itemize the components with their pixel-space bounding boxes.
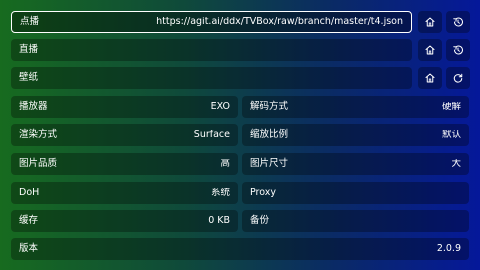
- home-icon: [425, 17, 435, 27]
- image-quality-value: 高: [220, 159, 230, 169]
- image-quality-label: 图片品质: [19, 158, 58, 170]
- version-row[interactable]: 版本 2.0.9: [11, 238, 469, 260]
- decode-setting[interactable]: 解码方式 硬解: [242, 96, 469, 118]
- proxy-label: Proxy: [250, 187, 277, 199]
- home-icon: [425, 45, 435, 55]
- vod-home-button[interactable]: [418, 11, 442, 33]
- refresh-icon: [453, 73, 463, 83]
- vod-source-row[interactable]: 点播 https://agit.ai/ddx/TVBox/raw/branch/…: [11, 11, 412, 33]
- decode-value: 硬解: [441, 102, 461, 112]
- scale-value: 默认: [441, 130, 461, 140]
- cache-value: 0 KB: [208, 216, 230, 226]
- wallpaper-refresh-button[interactable]: [446, 67, 470, 89]
- render-label: 渲染方式: [19, 129, 58, 141]
- version-value: 2.0.9: [436, 244, 461, 254]
- render-setting[interactable]: 渲染方式 Surface: [11, 124, 238, 146]
- home-icon: [425, 73, 435, 83]
- live-label: 直播: [19, 44, 39, 56]
- version-label: 版本: [19, 243, 39, 255]
- render-value: Surface: [193, 130, 230, 140]
- decode-label: 解码方式: [250, 101, 289, 113]
- cache-setting[interactable]: 缓存 0 KB: [11, 210, 238, 232]
- live-history-button[interactable]: [446, 39, 470, 61]
- settings-screen: 点播 https://agit.ai/ddx/TVBox/raw/branch/…: [0, 0, 480, 270]
- live-source-row[interactable]: 直播: [11, 39, 412, 61]
- history-icon: [453, 45, 463, 55]
- scale-setting[interactable]: 缩放比例 默认: [242, 124, 469, 146]
- wallpaper-row[interactable]: 壁纸: [11, 67, 412, 89]
- doh-value: 系统: [210, 188, 230, 198]
- image-size-label: 图片尺寸: [250, 158, 289, 170]
- image-size-setting[interactable]: 图片尺寸 大: [242, 153, 469, 175]
- vod-label: 点播: [20, 16, 40, 28]
- wallpaper-label: 壁纸: [19, 72, 39, 84]
- history-icon: [453, 17, 463, 27]
- doh-setting[interactable]: DoH 系统: [11, 182, 238, 204]
- cache-label: 缓存: [19, 215, 39, 227]
- backup-setting[interactable]: 备份: [242, 210, 469, 232]
- scale-label: 缩放比例: [250, 129, 289, 141]
- player-setting[interactable]: 播放器 EXO: [11, 96, 238, 118]
- player-value: EXO: [210, 102, 230, 112]
- backup-label: 备份: [250, 215, 270, 227]
- vod-history-button[interactable]: [446, 11, 470, 33]
- image-quality-setting[interactable]: 图片品质 高: [11, 153, 238, 175]
- wallpaper-home-button[interactable]: [418, 67, 442, 89]
- doh-label: DoH: [19, 187, 40, 199]
- live-home-button[interactable]: [418, 39, 442, 61]
- player-label: 播放器: [19, 101, 48, 113]
- vod-url: https://agit.ai/ddx/TVBox/raw/branch/mas…: [156, 17, 403, 27]
- proxy-setting[interactable]: Proxy: [242, 182, 469, 204]
- image-size-value: 大: [451, 159, 461, 169]
